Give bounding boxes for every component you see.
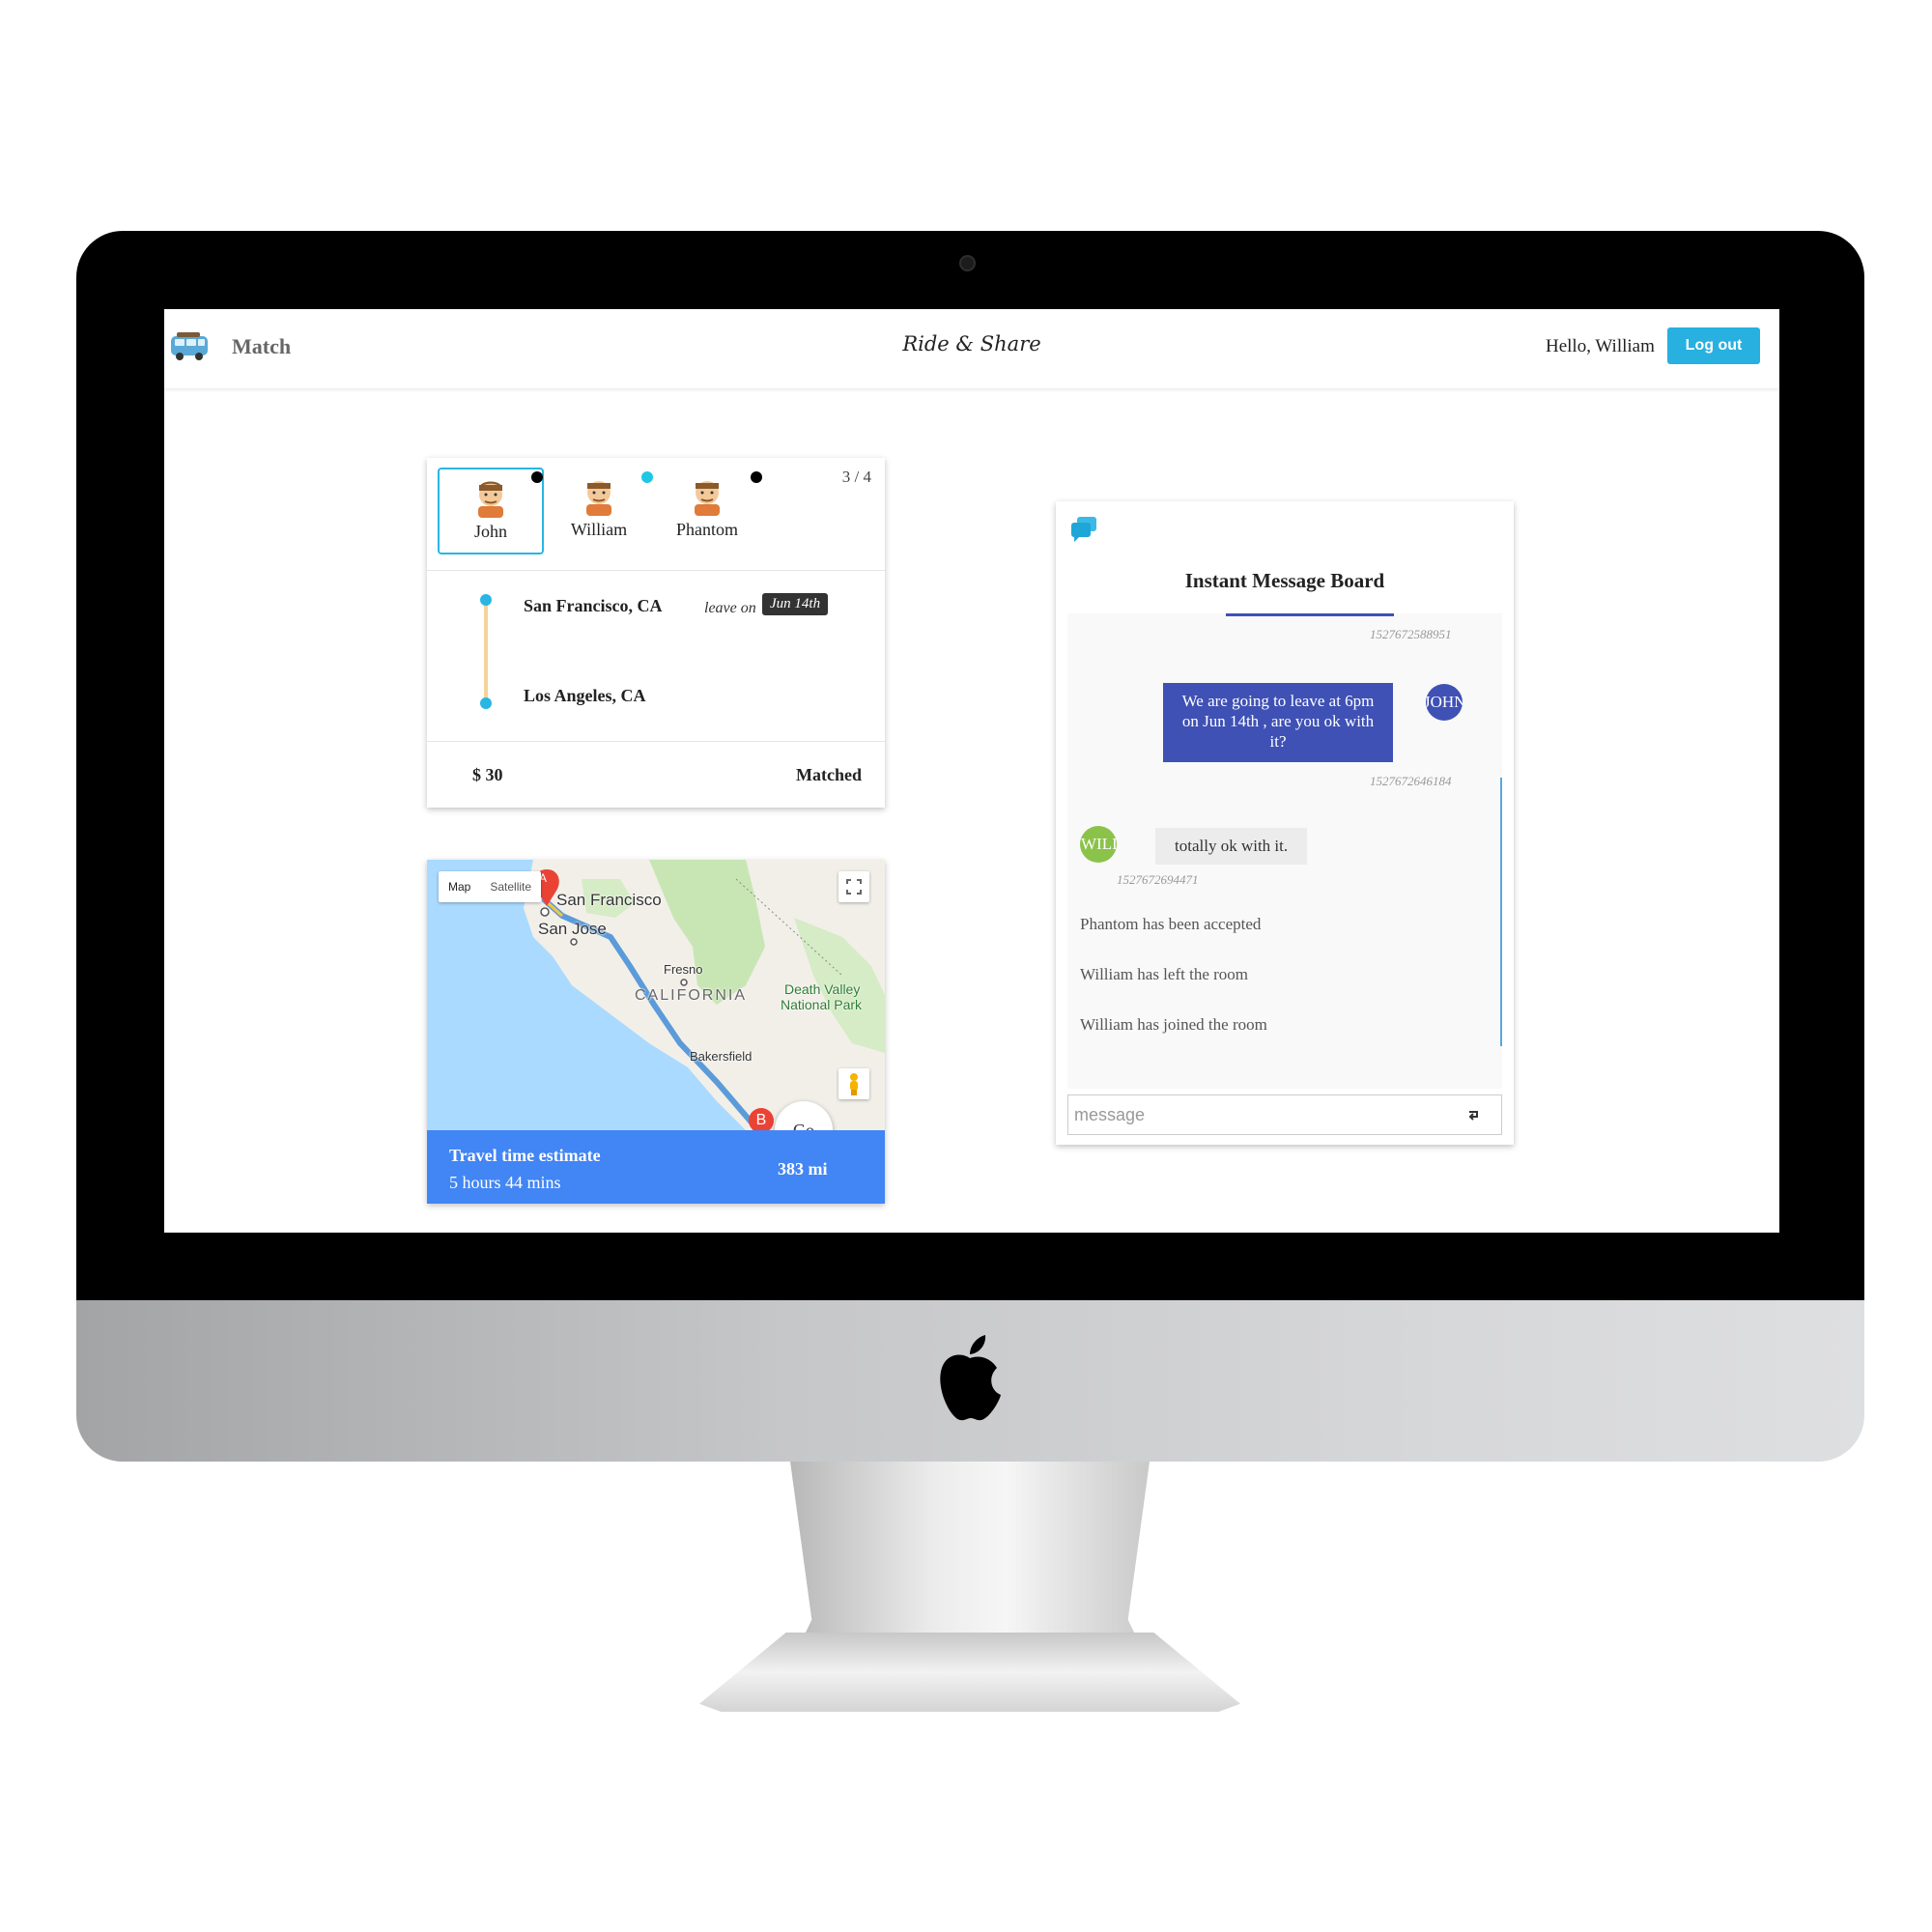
- map-label-san-jose: San Jose: [538, 920, 607, 938]
- rider-name: John: [473, 522, 507, 541]
- match-card: John William Phantom 3 / 4 San Francisco…: [427, 458, 885, 808]
- message-timestamp: 1527672646184: [1370, 774, 1452, 788]
- map-type-map-button[interactable]: Map: [439, 871, 480, 902]
- rider-list: John William Phantom 3 / 4: [427, 458, 885, 571]
- map-label-national-park: National Park: [781, 997, 863, 1012]
- map-label-san-francisco: San Francisco: [556, 891, 662, 909]
- status-dot: [641, 471, 653, 483]
- map-type-satellite-button[interactable]: Satellite: [480, 871, 541, 902]
- route-line: [484, 600, 488, 704]
- brand-title[interactable]: Match: [232, 334, 291, 359]
- pegman-icon: [850, 1073, 858, 1095]
- monitor-stand-base: [699, 1633, 1240, 1712]
- travel-estimate-panel: Travel time estimate 5 hours 44 mins 383…: [427, 1130, 885, 1204]
- app-screen: Match Ride & Share Hello, William Log ou…: [164, 309, 1779, 1233]
- logout-button[interactable]: Log out: [1667, 327, 1760, 364]
- destination-city: Los Angeles, CA: [524, 686, 646, 705]
- fullscreen-button[interactable]: [838, 871, 869, 902]
- leave-label: leave on: [704, 600, 756, 616]
- system-message: William has left the room: [1080, 965, 1248, 983]
- app-tagline: Ride & Share: [902, 332, 1041, 355]
- message-timestamp: 1527672588951: [1370, 627, 1452, 641]
- chat-card: Instant Message Board 1527672588951 We a…: [1056, 501, 1514, 1145]
- system-message: Phantom has been accepted: [1080, 915, 1262, 933]
- avatar-john: JOHN: [1426, 684, 1463, 721]
- match-footer: $ 30 Matched: [427, 742, 885, 808]
- seat-count: 3 / 4: [841, 468, 871, 486]
- rider-item-john[interactable]: John: [438, 468, 544, 554]
- chat-icon: [1071, 517, 1096, 542]
- rider-item-william[interactable]: William: [546, 468, 652, 554]
- map-type-control: Map Satellite: [439, 871, 542, 902]
- rider-name: Phantom: [675, 520, 738, 539]
- price: $ 30: [472, 765, 503, 784]
- street-view-button[interactable]: [838, 1068, 869, 1099]
- origin-city: San Francisco, CA: [524, 596, 663, 615]
- camera-icon: [959, 255, 976, 271]
- estimate-time: 5 hours 44 mins: [449, 1173, 561, 1192]
- greeting: Hello, William: [1546, 336, 1655, 356]
- outgoing-message: We are going to leave at 6pm on Jun 14th…: [1163, 683, 1393, 762]
- message-list[interactable]: 1527672588951 We are going to leave at 6…: [1067, 613, 1502, 1089]
- navbar: Match Ride & Share Hello, William Log ou…: [164, 309, 1779, 388]
- incoming-message: totally ok with it.: [1155, 828, 1308, 865]
- fullscreen-icon: [846, 879, 862, 895]
- message-scrollbar[interactable]: [1500, 778, 1502, 1046]
- status-dot: [531, 471, 543, 483]
- estimate-title: Travel time estimate: [449, 1146, 601, 1165]
- match-status: Matched: [796, 765, 862, 784]
- avatar-william: WILLIAM: [1080, 826, 1117, 863]
- user-face-icon: [478, 481, 503, 518]
- user-face-icon: [586, 481, 611, 516]
- van-icon[interactable]: [169, 328, 210, 363]
- message-input[interactable]: [1067, 1094, 1502, 1135]
- map-label-california: CALIFORNIA: [635, 987, 748, 1004]
- message-timestamp: 1527672694471: [1117, 872, 1199, 887]
- apple-logo-icon: [940, 1335, 1001, 1421]
- system-message: William has joined the room: [1080, 1015, 1267, 1034]
- route-details: San Francisco, CA Los Angeles, CA leave …: [427, 571, 885, 742]
- map-label-fresno: Fresno: [664, 962, 703, 977]
- previous-message-edge: [1226, 613, 1394, 616]
- origin-dot: [480, 594, 492, 606]
- rider-name: William: [570, 520, 628, 539]
- user-face-icon: [695, 481, 720, 516]
- estimate-distance: 383 mi: [778, 1159, 828, 1179]
- map-label-death-valley: Death Valley: [784, 981, 861, 997]
- send-icon[interactable]: [1465, 1106, 1483, 1123]
- leave-date-badge: Jun 14th: [762, 593, 829, 615]
- map-label-bakersfield: Bakersfield: [690, 1049, 753, 1064]
- status-dot: [751, 471, 762, 483]
- destination-dot: [480, 697, 492, 709]
- map-card: A San Francisco San Jose Fresno CALIFORN…: [427, 860, 885, 1204]
- rider-item-phantom[interactable]: Phantom: [654, 468, 760, 554]
- chat-title: Instant Message Board: [1184, 569, 1385, 592]
